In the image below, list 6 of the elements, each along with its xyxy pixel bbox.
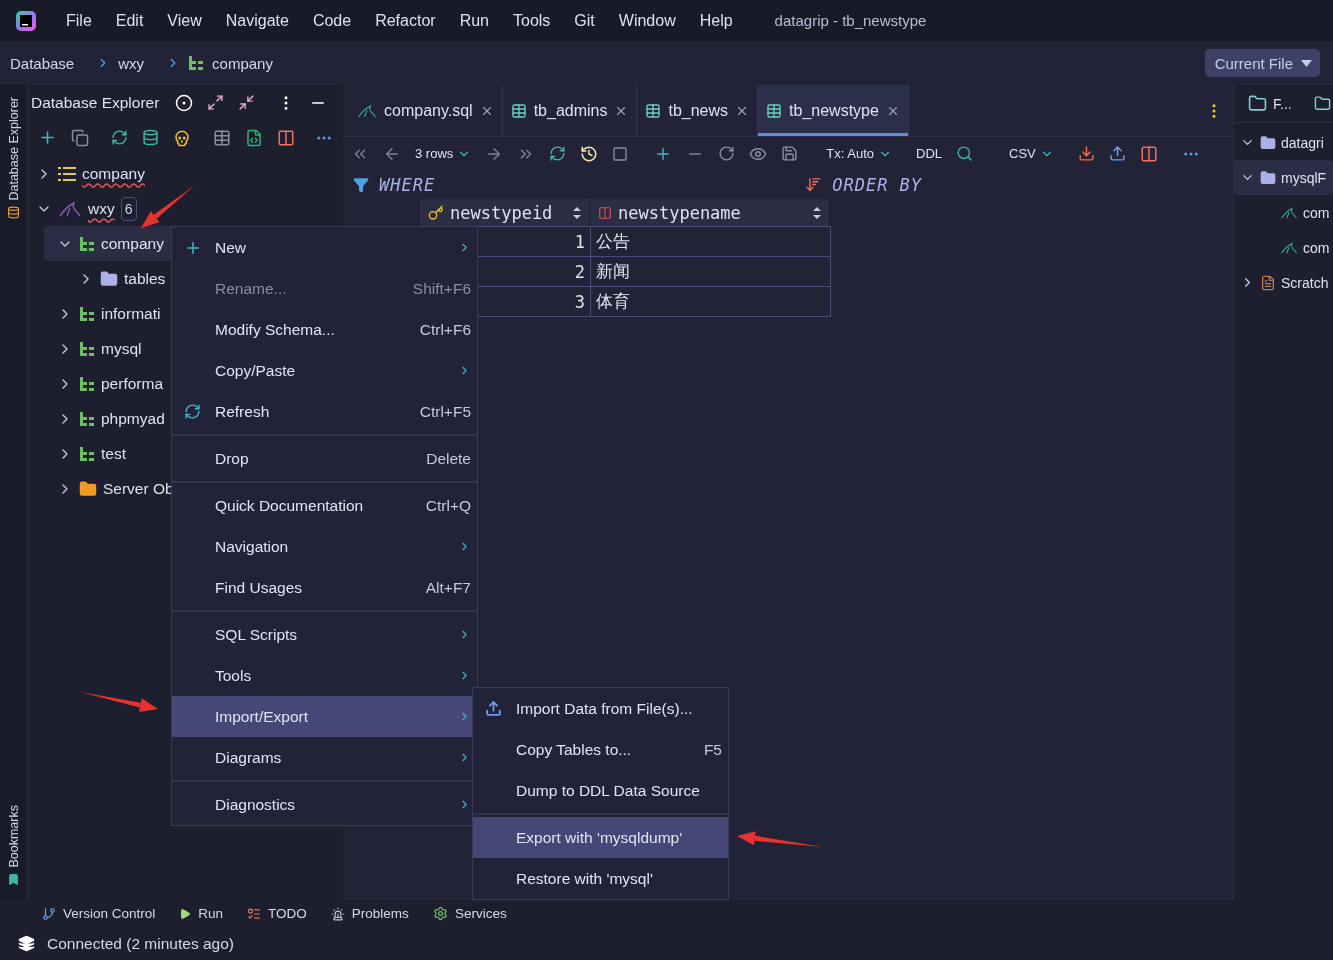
table-cell: 体育 — [590, 286, 831, 317]
status-text: Connected (2 minutes ago) — [47, 934, 234, 953]
panel-title: Database Explorer — [31, 93, 160, 112]
window-title: datagrip - tb_newstype — [774, 12, 927, 29]
table-cell: 公告 — [590, 226, 831, 257]
count-badge: 6 — [120, 196, 137, 221]
